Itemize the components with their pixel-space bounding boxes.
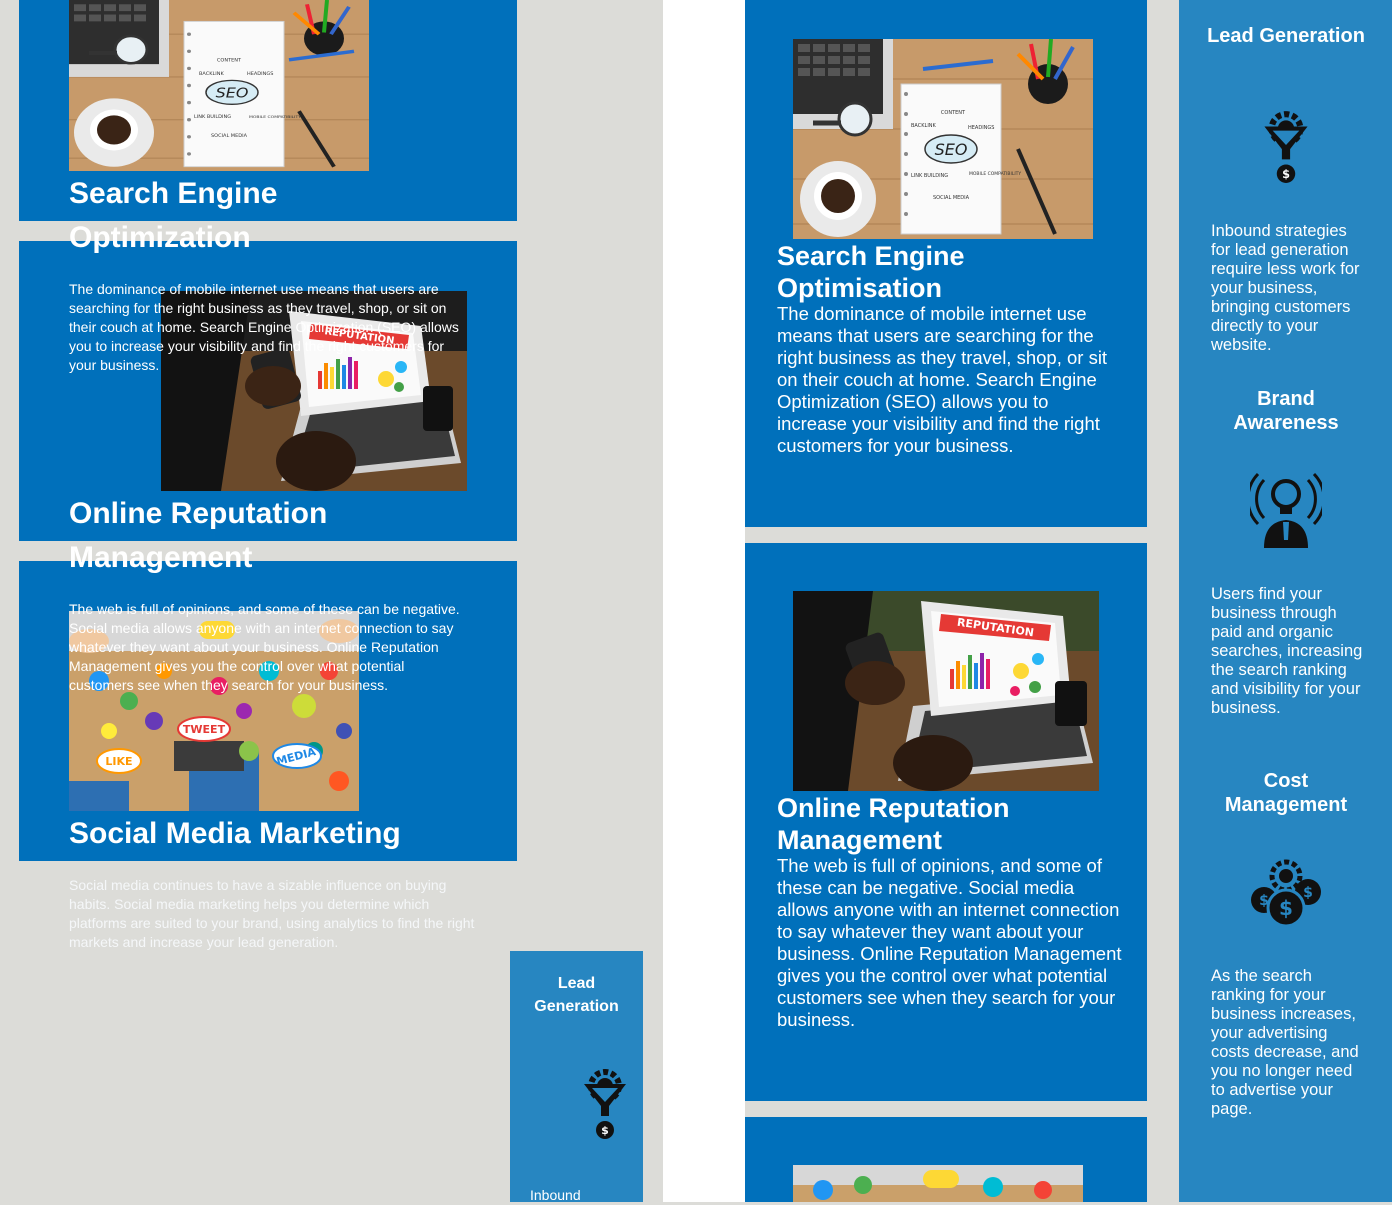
notebook-label: BACKLINK xyxy=(911,123,937,129)
funnel-gear-icon: $ xyxy=(1262,106,1310,184)
lead-title-left: Lead Generation xyxy=(534,975,619,1015)
svg-text:$: $ xyxy=(1279,896,1293,920)
funnel-gear-icon: $ xyxy=(582,1064,628,1140)
notebook-label: BACKLINK xyxy=(199,72,225,78)
notebook-label: MOBILE COMPATIBILITY xyxy=(969,171,1021,177)
social-word: LIKE xyxy=(105,755,132,768)
cost-title-right: Cost Management xyxy=(1224,770,1348,816)
notebook-label: CONTENT xyxy=(941,110,966,116)
notebook-label: SOCIAL MEDIA xyxy=(211,133,248,139)
reputation-body-middle: The web is full of opinions, and some of… xyxy=(777,855,1122,1030)
notebook-label: MOBILE COMPATIBILITY xyxy=(249,114,301,119)
social-title-left: Social Media Marketing xyxy=(69,817,401,850)
seo-image-middle: SEO CONTENT BACKLINK HEADINGS LINK BUILD… xyxy=(793,39,1093,239)
seo-title-middle: Search Engine Optimisation xyxy=(777,241,965,303)
notebook-label: HEADINGS xyxy=(247,72,273,78)
reputation-title-middle: Online Reputation Management xyxy=(777,793,1010,855)
social-word: TWEET xyxy=(183,723,226,736)
lead-title-right: Lead Generation xyxy=(1207,25,1365,47)
brand-body-right: Users find your business through paid an… xyxy=(1211,585,1363,717)
notebook-label: CONTENT xyxy=(217,58,241,64)
svg-text:$: $ xyxy=(601,1124,609,1137)
reputation-image-middle: REPUTATION xyxy=(793,591,1099,791)
social-image-middle xyxy=(793,1165,1083,1202)
coins-gear-icon: $ $ $ xyxy=(1248,854,1324,930)
page-gap xyxy=(663,0,745,1202)
notebook-label: LINK BUILDING xyxy=(911,173,948,179)
seo-body-middle: The dominance of mobile internet use mea… xyxy=(777,303,1108,456)
reputation-title-left: Online Reputation Management xyxy=(69,497,328,574)
seo-notebook-center: SEO xyxy=(216,85,249,102)
social-body-left: Social media continues to have a sizable… xyxy=(69,877,475,950)
svg-text:$: $ xyxy=(1259,893,1269,909)
notebook-label: SOCIAL MEDIA xyxy=(933,195,970,201)
lead-body-left: Inbound xyxy=(530,1187,581,1203)
seo-body-left: The dominance of mobile internet use mea… xyxy=(69,281,459,373)
brand-title-right: Brand Awareness xyxy=(1233,388,1339,434)
cost-body-right: As the search ranking for your business … xyxy=(1211,967,1359,1118)
reputation-body-left: The web is full of opinions, and some of… xyxy=(69,601,460,693)
svg-text:$: $ xyxy=(1282,168,1290,181)
lead-body-right: Inbound strategies for lead generation r… xyxy=(1211,222,1360,354)
lightbulb-person-icon xyxy=(1250,470,1322,548)
svg-text:$: $ xyxy=(1303,885,1313,901)
notebook-label: LINK BUILDING xyxy=(194,114,232,120)
seo-notebook-center: SEO xyxy=(935,140,968,159)
seo-title-left: Search Engine Optimization xyxy=(69,177,278,254)
seo-image-left: SEO CONTENT BACKLINK HEADINGS LINK BUILD… xyxy=(69,0,369,171)
notebook-label: HEADINGS xyxy=(968,125,994,131)
